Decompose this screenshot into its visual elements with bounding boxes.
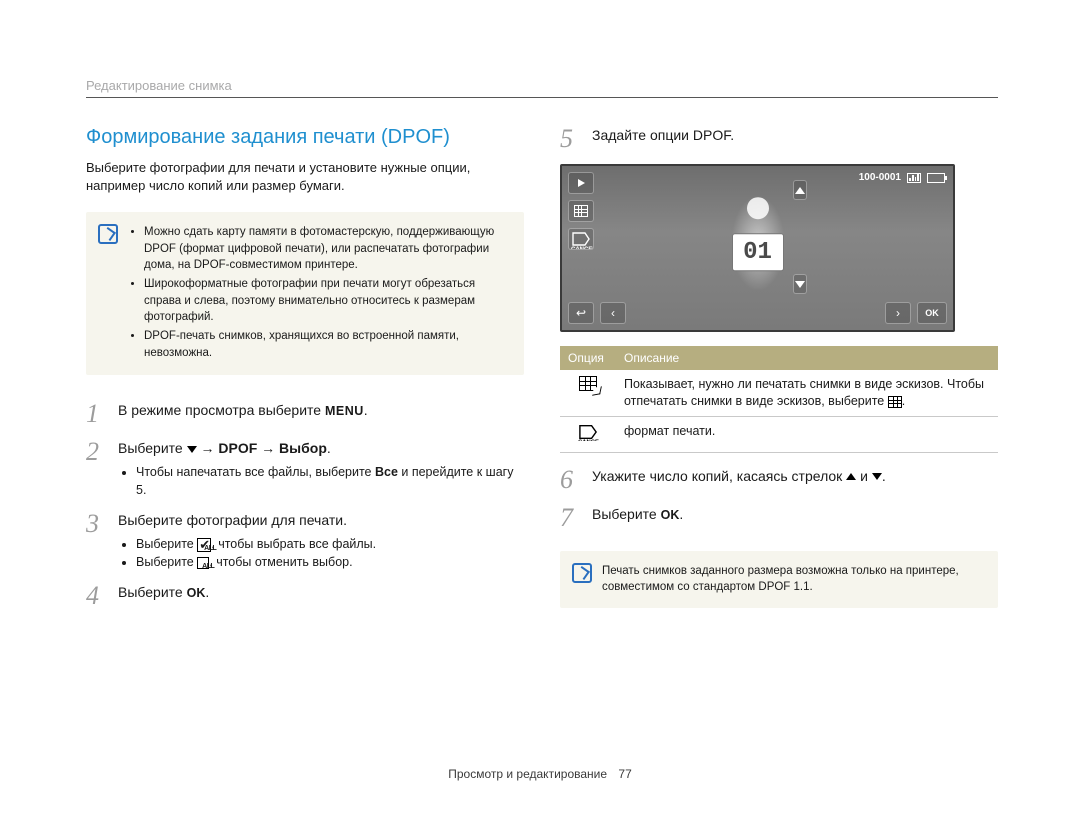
bullet-item: Выберите ALL, чтобы выбрать все файлы. — [136, 535, 524, 553]
note-list-1: Можно сдать карту памяти в фотомастерску… — [128, 224, 510, 363]
menu-word: MENU — [325, 404, 364, 418]
steps-left: 1В режиме просмотра выберите MENU.2Выбер… — [86, 401, 524, 609]
step-number: 5 — [560, 126, 582, 152]
page-number: 77 — [618, 767, 631, 781]
note-item: Широкоформатные фотографии при печати мо… — [144, 276, 510, 326]
chevron-down-icon — [187, 446, 197, 453]
note-box-1: Можно сдать карту памяти в фотомастерску… — [86, 212, 524, 375]
print-size-icon: CANCEL — [577, 423, 599, 441]
svg-text:CANCEL: CANCEL — [578, 439, 599, 440]
note-icon — [98, 224, 118, 244]
note-item: Можно сдать карту памяти в фотомастерску… — [144, 224, 510, 274]
note-icon — [572, 563, 592, 583]
decrease-arrow — [793, 274, 807, 294]
step-body: Выберите → DPOF → Выбор.Чтобы напечатать… — [118, 439, 524, 499]
note-text: Печать снимков заданного размера возможн… — [602, 563, 984, 596]
camera-screen-mock: CANCEL 100-0001 01 ↩ ‹ — [560, 164, 955, 332]
option-icon-cell: CANCEL — [560, 416, 616, 452]
step: 5 Задайте опции DPOF. — [560, 126, 998, 152]
play-icon — [568, 172, 594, 194]
ok-word: OK — [661, 508, 680, 522]
deselect-all-icon: ALL — [197, 557, 209, 569]
step-body: В режиме просмотра выберите MENU. — [118, 401, 524, 427]
page-title: Формирование задания печати (DPOF) — [86, 126, 524, 149]
step-sub-bullets: Выберите ALL, чтобы выбрать все файлы.Вы… — [118, 535, 524, 571]
step-number: 7 — [560, 505, 582, 531]
note-item: DPOF-печать снимков, хранящихся во встро… — [144, 328, 510, 361]
step: 2Выберите → DPOF → Выбор.Чтобы напечатат… — [86, 439, 524, 499]
step: 3Выберите фотографии для печати.Выберите… — [86, 511, 524, 571]
options-table: Опция Описание Показывает, нужно ли печа… — [560, 346, 998, 453]
th-option: Опция — [560, 346, 616, 370]
step-number: 3 — [86, 511, 108, 571]
footer-section: Просмотр и редактирование — [448, 767, 607, 781]
left-column: Формирование задания печати (DPOF) Выбер… — [86, 126, 524, 621]
table-row: Показывает, нужно ли печатать снимки в в… — [560, 370, 998, 416]
step-sub-bullets: Чтобы напечатать все файлы, выберите Все… — [118, 463, 524, 499]
step-number: 6 — [560, 467, 582, 493]
battery-icon — [927, 173, 945, 183]
step: 6 Укажите число копий, касаясь стрелок и … — [560, 467, 998, 493]
step-body: Выберите OK. — [118, 583, 524, 609]
thumbnail-grid-inline-icon — [888, 396, 902, 408]
step-number: 2 — [86, 439, 108, 499]
page-footer: Просмотр и редактирование 77 — [448, 767, 632, 781]
step: 7 Выберите OK. — [560, 505, 998, 531]
copy-count: 01 — [732, 233, 784, 271]
step-body: Выберите OK. — [592, 505, 998, 531]
prev-icon: ‹ — [600, 302, 626, 324]
table-row: CANCEL формат печати. — [560, 416, 998, 452]
step-number: 1 — [86, 401, 108, 427]
option-icon-cell — [560, 370, 616, 416]
cancel-print-icon: CANCEL — [568, 228, 594, 250]
note-box-2: Печать снимков заданного размера возможн… — [560, 551, 998, 608]
step: 1 В режиме просмотра выберите MENU. — [86, 401, 524, 427]
file-counter: 100-0001 — [859, 172, 901, 183]
ok-word: OK — [187, 586, 206, 600]
steps-right: 6 Укажите число копий, касаясь стрелок и … — [560, 467, 998, 531]
step: 4 Выберите OK. — [86, 583, 524, 609]
option-desc-cell: Показывает, нужно ли печатать снимки в в… — [616, 370, 998, 416]
step-body: Выберите фотографии для печати.Выберите … — [118, 511, 524, 571]
histogram-icon — [907, 173, 921, 183]
next-icon: › — [885, 302, 911, 324]
th-desc: Описание — [616, 346, 998, 370]
bullet-item: Выберите ALL, чтобы отменить выбор. — [136, 553, 524, 571]
bullet-item: Чтобы напечатать все файлы, выберите Все… — [136, 463, 524, 499]
thumbnail-print-icon — [579, 376, 597, 391]
right-column: 5 Задайте опции DPOF. CANCEL 100-0001 — [560, 126, 998, 621]
intro-text: Выберите фотографии для печати и установ… — [86, 159, 524, 194]
step-body: Задайте опции DPOF. — [592, 126, 998, 152]
svg-text:CANCEL: CANCEL — [571, 247, 593, 249]
increase-arrow — [793, 180, 807, 200]
back-icon: ↩ — [568, 302, 594, 324]
header-rule — [86, 97, 998, 98]
step-body: Укажите число копий, касаясь стрелок и . — [592, 467, 998, 493]
chevron-up-icon — [846, 473, 856, 480]
breadcrumb: Редактирование снимка — [86, 78, 998, 97]
step-number: 4 — [86, 583, 108, 609]
ok-button: OK — [917, 302, 947, 324]
select-all-icon: ALL — [197, 538, 211, 552]
thumbnail-grid-icon — [568, 200, 594, 222]
chevron-down-icon — [872, 473, 882, 480]
option-desc-cell: формат печати. — [616, 416, 998, 452]
